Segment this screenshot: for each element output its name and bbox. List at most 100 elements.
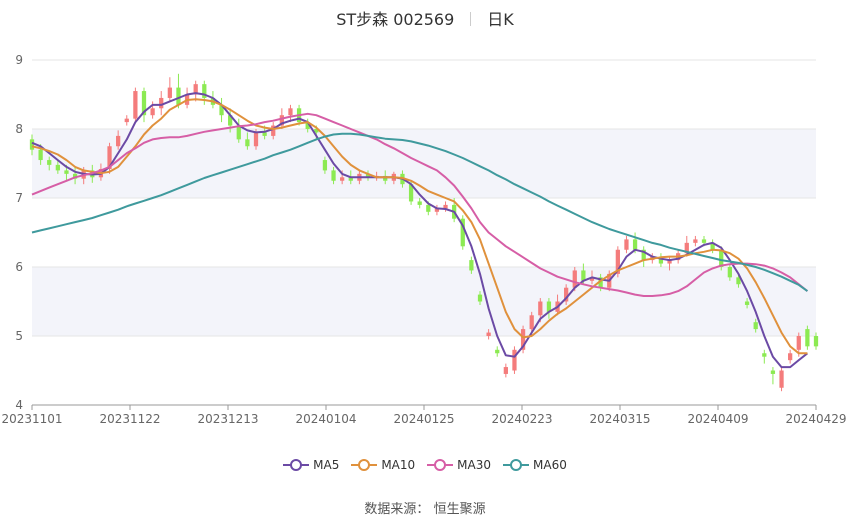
- legend-item-ma60[interactable]: MA60: [503, 458, 567, 472]
- candle-body-56: [512, 349, 517, 371]
- x-tick-20231122: 20231122: [99, 412, 160, 426]
- y-tick-9: 9: [15, 53, 23, 67]
- candle-body-84: [753, 322, 758, 330]
- candle-body-77: [693, 239, 698, 243]
- candle-body-58: [529, 315, 534, 330]
- candle-body-88: [788, 353, 793, 361]
- y-tick-4: 4: [15, 398, 23, 412]
- candle-body-78: [701, 239, 707, 243]
- candle-body-85: [762, 353, 767, 357]
- candle-16: [167, 77, 172, 102]
- candle-body-87: [779, 370, 784, 388]
- y-axis-ticks: 4 5 6 7 8 9: [15, 53, 23, 412]
- candle-body-53: [486, 332, 491, 336]
- candle-body-2: [47, 160, 52, 165]
- x-tick-20231213: 20231213: [197, 412, 258, 426]
- candle-body-69: [624, 239, 629, 250]
- candle-19: [193, 80, 198, 102]
- candle-body-10: [116, 135, 121, 147]
- candle-body-81: [727, 267, 732, 278]
- candle-body-48: [443, 204, 448, 209]
- legend-item-ma10[interactable]: MA10: [351, 458, 415, 472]
- candle-body-54: [495, 349, 500, 354]
- candle-body-46: [426, 204, 431, 212]
- candle-77: [693, 235, 698, 247]
- candlestick-chart[interactable]: 456789 20231101 20231122 20231213 20240104 2…: [0, 0, 850, 517]
- y-tick-6: 6: [15, 260, 23, 274]
- candle-11: [124, 115, 129, 126]
- candle-55: [503, 363, 508, 378]
- source-value: 恒生聚源: [433, 502, 486, 517]
- candle-body-27: [262, 132, 267, 136]
- y-tick-5: 5: [15, 329, 23, 343]
- x-tick-20240223: 20240223: [491, 412, 552, 426]
- candle-body-83: [744, 301, 750, 305]
- candle-body-36: [340, 177, 345, 181]
- candle-body-15: [159, 97, 164, 109]
- candle-13: [141, 87, 147, 123]
- y-tick-8: 8: [15, 122, 23, 136]
- x-axis: 20231101 20231122 20231213 20240104 20240125…: [1, 404, 847, 426]
- candle-body-70: [632, 239, 638, 250]
- legend-label: MA5: [313, 458, 340, 472]
- candle-12: [133, 87, 138, 123]
- candle-90: [805, 325, 810, 350]
- data-source: 数据来源： 恒生聚源: [0, 498, 850, 517]
- x-tick-20240409: 20240409: [687, 412, 748, 426]
- candle-body-17: [176, 87, 181, 105]
- candle-body-16: [167, 87, 172, 98]
- candles: [29, 73, 819, 392]
- legend-label: MA30: [457, 458, 492, 472]
- legend-item-ma5[interactable]: MA5: [283, 458, 339, 472]
- legend-marker-icon: [503, 459, 530, 471]
- candle-86: [770, 367, 776, 385]
- candle-body-24: [236, 125, 241, 140]
- candle-body-3: [55, 164, 60, 171]
- candle-body-35: [331, 170, 336, 181]
- legend-label: MA10: [381, 458, 416, 472]
- candle-15: [159, 91, 164, 116]
- candle-body-12: [133, 91, 138, 119]
- legend-marker-icon: [427, 459, 454, 471]
- candle-body-4: [64, 170, 69, 174]
- candle-54: [495, 346, 500, 357]
- candle-body-34: [322, 160, 328, 171]
- candle-body-14: [150, 108, 155, 116]
- candle-body-89: [796, 336, 801, 350]
- candle-body-0: [29, 139, 35, 150]
- candle-body-90: [805, 329, 810, 347]
- candle-69: [624, 235, 629, 254]
- candle-56: [512, 346, 517, 374]
- candle-85: [762, 349, 767, 364]
- x-tick-20240125: 20240125: [393, 412, 454, 426]
- candle-body-91: [813, 336, 819, 347]
- candle-body-63: [572, 270, 577, 288]
- legend-marker-icon: [351, 459, 378, 471]
- candle-body-59: [538, 301, 543, 316]
- candle-body-1: [38, 149, 43, 161]
- gridlines: [32, 59, 816, 406]
- candle-88: [788, 349, 793, 364]
- x-tick-20240315: 20240315: [589, 412, 650, 426]
- x-tick-20240429: 20240429: [785, 412, 846, 426]
- legend-marker-icon: [283, 459, 310, 471]
- candle-body-11: [124, 118, 129, 123]
- candle-71: [641, 246, 646, 267]
- y-tick-7: 7: [15, 191, 23, 205]
- candle-body-26: [253, 132, 259, 147]
- plot-bands: [32, 129, 816, 336]
- legend-item-ma30[interactable]: MA30: [427, 458, 491, 472]
- source-label: 数据来源：: [364, 502, 430, 517]
- candle-body-30: [288, 108, 293, 116]
- x-tick-20231101: 20231101: [1, 412, 62, 426]
- candle-body-25: [245, 139, 250, 147]
- candle-73: [658, 253, 664, 267]
- x-tick-20240104: 20240104: [295, 412, 356, 426]
- candle-body-45: [417, 201, 422, 205]
- candle-87: [779, 367, 784, 392]
- candle-50: [460, 215, 465, 250]
- candle-22: [219, 97, 224, 123]
- candle-body-86: [770, 370, 776, 374]
- candle-45: [417, 198, 422, 209]
- legend-label: MA60: [533, 458, 567, 472]
